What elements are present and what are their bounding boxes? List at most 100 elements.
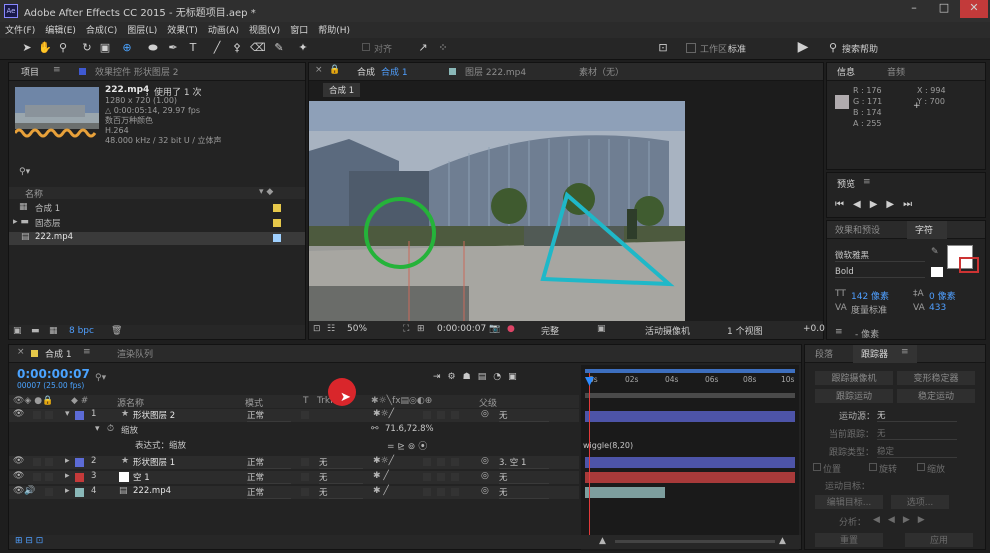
toggle-switches-icon[interactable]: ⊞ ⊟ ⊡ [15,536,43,546]
shy-icon[interactable]: ☗ [463,372,478,382]
layer-name[interactable]: 形状图层 1 [133,456,175,468]
layer-color[interactable] [75,473,84,482]
mode-select[interactable]: 正常 [247,456,291,469]
lock-box[interactable] [45,411,53,419]
t-toggle[interactable] [301,473,309,481]
t-toggle[interactable] [301,411,309,419]
shape-tool-icon[interactable]: ⬬ [146,41,160,55]
menu-animation[interactable]: 动画(A) [203,22,244,37]
tab-info[interactable]: 信息 [837,65,855,79]
color-channel-icon[interactable]: ● [507,324,515,334]
workspace-select[interactable]: 标准 [728,42,746,55]
magnifier-icon[interactable]: ⊡ [313,324,321,334]
fb-box[interactable] [437,411,445,419]
rotate-tool-icon[interactable]: ↻ [80,41,94,55]
solo-box[interactable] [33,411,41,419]
time-ruler[interactable]: 0s 02s 04s 06s 08s 10s [581,375,799,391]
eraser-tool-icon[interactable]: ⌫ [250,41,266,55]
tab-paragraph[interactable]: 段落 [815,347,833,361]
layer-name[interactable]: 空 1 [133,471,150,483]
tab-preview[interactable]: 预览 [837,177,855,190]
align-checkbox[interactable] [362,43,370,51]
tab-project[interactable]: 项目 [21,65,39,79]
motion-blur-icon[interactable]: ◔ [493,372,508,382]
zoom-select[interactable]: 50% [347,324,367,334]
reset-button[interactable]: 重置 [815,533,883,547]
solo-box[interactable] [33,458,41,466]
eye-icon[interactable]: 👁 [13,456,24,466]
font-family-select[interactable]: 微软雅黑 [835,249,925,262]
play-icon[interactable]: ▶ [870,199,887,210]
mode-select[interactable]: 正常 [247,471,291,484]
warp-stabilizer-button[interactable]: 变形稳定器 [897,371,975,385]
search-icon[interactable]: ⚲ [826,41,840,55]
tab-render-queue[interactable]: 渲染队列 [117,347,153,361]
layer-row-1[interactable]: 👁 ▾ 1 ★ 形状图层 2 正常 ✱☼╱ ◎ 无 [9,409,579,422]
ram-preview-icon[interactable]: ☷ [327,324,335,334]
eye-icon[interactable]: 👁 [13,409,24,419]
mode-select[interactable]: 正常 [247,409,291,422]
camera-tool-icon[interactable]: ▣ [98,41,112,55]
t-toggle[interactable] [301,488,309,496]
fb-box[interactable] [437,473,445,481]
parent-select[interactable]: 3. 空 1 [499,456,549,469]
tab-audio[interactable]: 音频 [887,65,905,79]
scale-checkbox[interactable] [917,463,925,471]
label-color[interactable] [273,234,281,242]
selection-tool-icon[interactable]: ➤ [20,41,34,55]
layer-bar-2[interactable] [585,457,795,468]
tab-timeline-comp[interactable]: 合成 1 [45,347,72,361]
expand-icon[interactable]: ▸ [65,486,70,496]
menu-icon[interactable]: ≡ [901,347,909,357]
switch-icons[interactable]: ✱☼╱ [373,409,394,419]
expand-icon[interactable]: ▾ [65,409,70,419]
t-toggle[interactable] [301,458,309,466]
layer-row-2[interactable]: 👁 ▸ 2 ★ 形状图层 1 正常 无 ✱☼╱ ◎ 3. 空 1 [9,456,579,469]
3d-box[interactable] [451,458,459,466]
zoom-tool-icon[interactable]: ⚲ [56,41,70,55]
scale-value[interactable]: 71.6,72.8% [385,424,434,434]
timeline-timecode[interactable]: 0:00:00:07 [17,367,90,381]
mode-select[interactable]: 正常 [247,486,291,499]
expression-row[interactable]: 表达式：缩放 = ⊵ ⊚ ⦿ [9,439,579,452]
bpc-button[interactable]: 8 bpc [69,326,94,336]
next-frame-icon[interactable]: ▶ [886,199,903,210]
tab-layer[interactable]: 图层 222.mp4 [465,65,526,79]
pickwhip-icon[interactable]: ◎ [481,456,489,466]
list-item[interactable]: ▸ ▬ 固态层 [9,217,305,230]
layer-bar-4[interactable] [585,487,665,498]
menu-view[interactable]: 视图(V) [244,22,285,37]
expand-icon[interactable]: ▸ [65,471,70,481]
new-comp-icon[interactable]: ▦ [49,326,58,336]
link-icon[interactable]: ⚯ [371,424,379,434]
search-help-input[interactable]: 搜索帮助 [842,42,878,55]
tab-character[interactable]: 字符 [915,223,933,237]
menu-edit[interactable]: 编辑(E) [40,22,81,37]
brush-tool-icon[interactable]: ╱ [210,41,224,55]
menu-window[interactable]: 窗口 [285,22,313,37]
views-select[interactable]: 1 个视图 [727,324,763,337]
trash-icon[interactable]: 🗑 [111,326,122,336]
zoom-bar[interactable] [585,393,795,398]
menu-file[interactable]: 文件(F) [0,22,40,37]
rotation-checkbox[interactable] [869,463,877,471]
snap-icon[interactable]: ↗ [416,41,430,55]
trkmat-select[interactable]: 无 [319,471,363,484]
trkmat-select[interactable]: 无 [319,486,363,499]
track-motion-button[interactable]: 跟踪运动 [815,389,893,403]
expand-icon[interactable]: ▾ [95,424,100,434]
fx-box[interactable] [423,473,431,481]
puppet-tool-icon[interactable]: ✦ [296,41,310,55]
search-icon[interactable]: ⚲▾ [95,373,106,383]
lock-box[interactable] [45,458,53,466]
label-color[interactable] [273,219,281,227]
folder-expand-icon[interactable]: ▸ ▬ [13,217,29,227]
eye-icon[interactable]: 👁 [13,471,24,481]
tab-tracker[interactable]: 跟踪器 [861,347,888,361]
layer-name[interactable]: 形状图层 2 [133,409,175,421]
menu-layer[interactable]: 图层(L) [122,22,162,37]
layer-bar-1[interactable] [585,411,795,422]
stroke-unit-select[interactable]: - 像素 [855,327,879,340]
first-frame-icon[interactable]: ⏮ [835,199,853,210]
search-icon[interactable]: ⚲▾ [19,167,30,177]
